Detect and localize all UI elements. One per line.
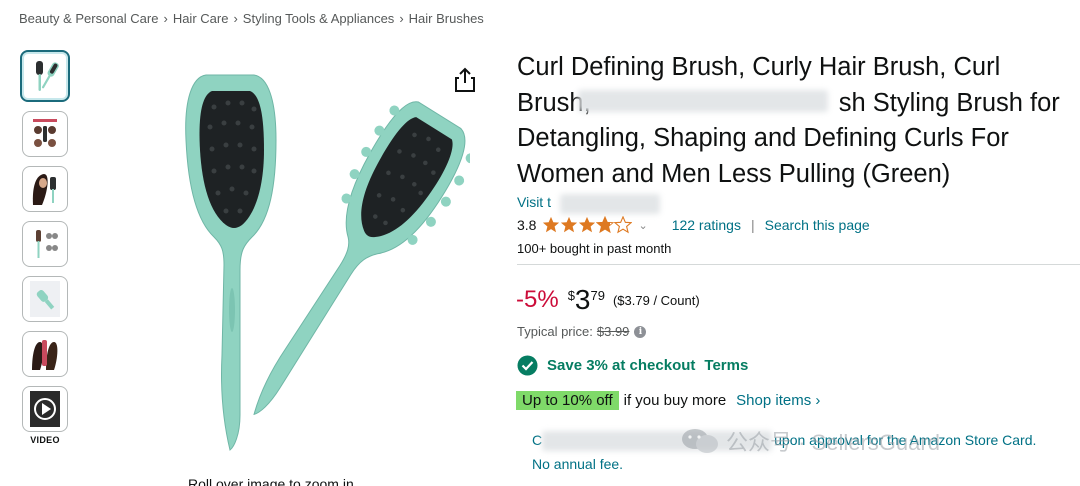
thumbnail-strip: VIDEO bbox=[20, 50, 70, 445]
infographic-thumbnail-icon bbox=[33, 119, 57, 147]
no-annual-fee[interactable]: No annual fee. bbox=[532, 456, 623, 472]
bought-count: 100+ bought in past month bbox=[517, 241, 672, 256]
star-empty-icon bbox=[614, 216, 633, 234]
ratings-count-link[interactable]: 122 ratings bbox=[672, 217, 741, 233]
watermark-text: 公众号 · SellersGuard bbox=[726, 430, 940, 455]
discount-percent: -5% bbox=[516, 286, 559, 313]
save-text: Save 3% at checkout bbox=[547, 357, 696, 374]
divider: | bbox=[750, 217, 755, 233]
terms-link[interactable]: Terms bbox=[704, 357, 748, 374]
thumbnail-5[interactable] bbox=[22, 276, 68, 322]
breadcrumb-separator: › bbox=[163, 11, 168, 26]
breadcrumb-styling-tools[interactable]: Styling Tools & Appliances bbox=[243, 11, 395, 26]
wechat-logo-icon bbox=[682, 429, 718, 453]
price-block: -5% $ 3 79 ($3.79 / Count) bbox=[516, 284, 700, 316]
buy-more-text: if you buy more bbox=[623, 392, 727, 409]
price-per-count: ($3.79 / Count) bbox=[612, 293, 700, 308]
checkout-savings: Save 3% at checkout Terms bbox=[517, 355, 748, 376]
play-video-icon bbox=[30, 391, 60, 427]
breadcrumb-hair-brushes[interactable]: Hair Brushes bbox=[409, 11, 484, 26]
brush-thumbnail-icon bbox=[36, 61, 59, 91]
breadcrumb: Beauty & Personal Care › Hair Care › Styling… bbox=[19, 11, 484, 26]
zoom-hint: Roll over image to zoom in bbox=[188, 476, 354, 486]
discount-badge: Up to 10% off bbox=[516, 391, 619, 410]
thumbnail-video[interactable] bbox=[22, 386, 68, 432]
title-line-1: Curl Defining Brush, Curly Hair Brush, C… bbox=[517, 53, 1001, 81]
price-whole: 3 bbox=[574, 284, 591, 315]
title-line-4: Women and Men Less Pulling (Green) bbox=[517, 159, 951, 188]
model-thumbnail-icon bbox=[32, 174, 56, 205]
price-currency: $ bbox=[567, 288, 575, 303]
before-after-thumbnail-icon bbox=[32, 340, 58, 370]
rating-value: 3.8 bbox=[517, 217, 537, 233]
price-fraction: 79 bbox=[590, 288, 605, 303]
volume-discount: Up to 10% off if you buy more Shop items… bbox=[516, 391, 820, 410]
star-full-icon bbox=[579, 216, 596, 233]
detail-thumbnail-icon bbox=[30, 281, 60, 317]
thumbnail-6[interactable] bbox=[22, 331, 68, 377]
star-full-icon bbox=[561, 216, 578, 233]
share-icon[interactable] bbox=[452, 66, 478, 94]
thumbnail-2[interactable] bbox=[22, 111, 68, 157]
dimensions-thumbnail-icon bbox=[36, 230, 58, 258]
title-line-2-end: sh Styling Brush for bbox=[838, 88, 1060, 117]
thumbnail-4[interactable] bbox=[22, 221, 68, 267]
redacted-store-blur bbox=[560, 194, 660, 214]
breadcrumb-separator: › bbox=[399, 11, 404, 26]
redacted-title-blur bbox=[578, 90, 828, 112]
search-page-link[interactable]: Search this page bbox=[765, 217, 870, 233]
star-rating-icon[interactable] bbox=[542, 216, 633, 234]
thumbnail-3[interactable] bbox=[22, 166, 68, 212]
checkmark-circle-icon bbox=[517, 355, 538, 376]
breadcrumb-hair-care[interactable]: Hair Care bbox=[173, 11, 229, 26]
visit-store-link[interactable]: Visit t bbox=[517, 194, 551, 210]
info-icon[interactable]: i bbox=[634, 325, 647, 338]
watermark: 公众号 · SellersGuard bbox=[680, 425, 940, 457]
title-line-3: Detangling, Shaping and Defining Curls F… bbox=[517, 124, 1009, 152]
product-main-image[interactable] bbox=[170, 55, 470, 460]
chevron-down-icon[interactable]: ⌄ bbox=[638, 219, 647, 232]
typical-price: Typical price: $3.99 i bbox=[517, 324, 647, 339]
product-title: Curl Defining Brush, Curly Hair Brush, C… bbox=[517, 50, 1079, 192]
breadcrumb-beauty[interactable]: Beauty & Personal Care bbox=[19, 11, 158, 26]
breadcrumb-separator: › bbox=[233, 11, 238, 26]
thumbnail-1[interactable] bbox=[20, 50, 70, 102]
rating-row: 3.8 ⌄ 122 ratings | Search this page bbox=[517, 216, 870, 234]
section-divider bbox=[517, 264, 1080, 265]
typical-price-label: Typical price: bbox=[517, 324, 593, 339]
typical-price-value: $3.99 bbox=[596, 324, 630, 339]
star-partial-icon bbox=[596, 216, 615, 234]
star-full-icon bbox=[543, 216, 560, 233]
shop-items-link[interactable]: Shop items › bbox=[736, 392, 820, 409]
video-label: VIDEO bbox=[30, 435, 60, 445]
